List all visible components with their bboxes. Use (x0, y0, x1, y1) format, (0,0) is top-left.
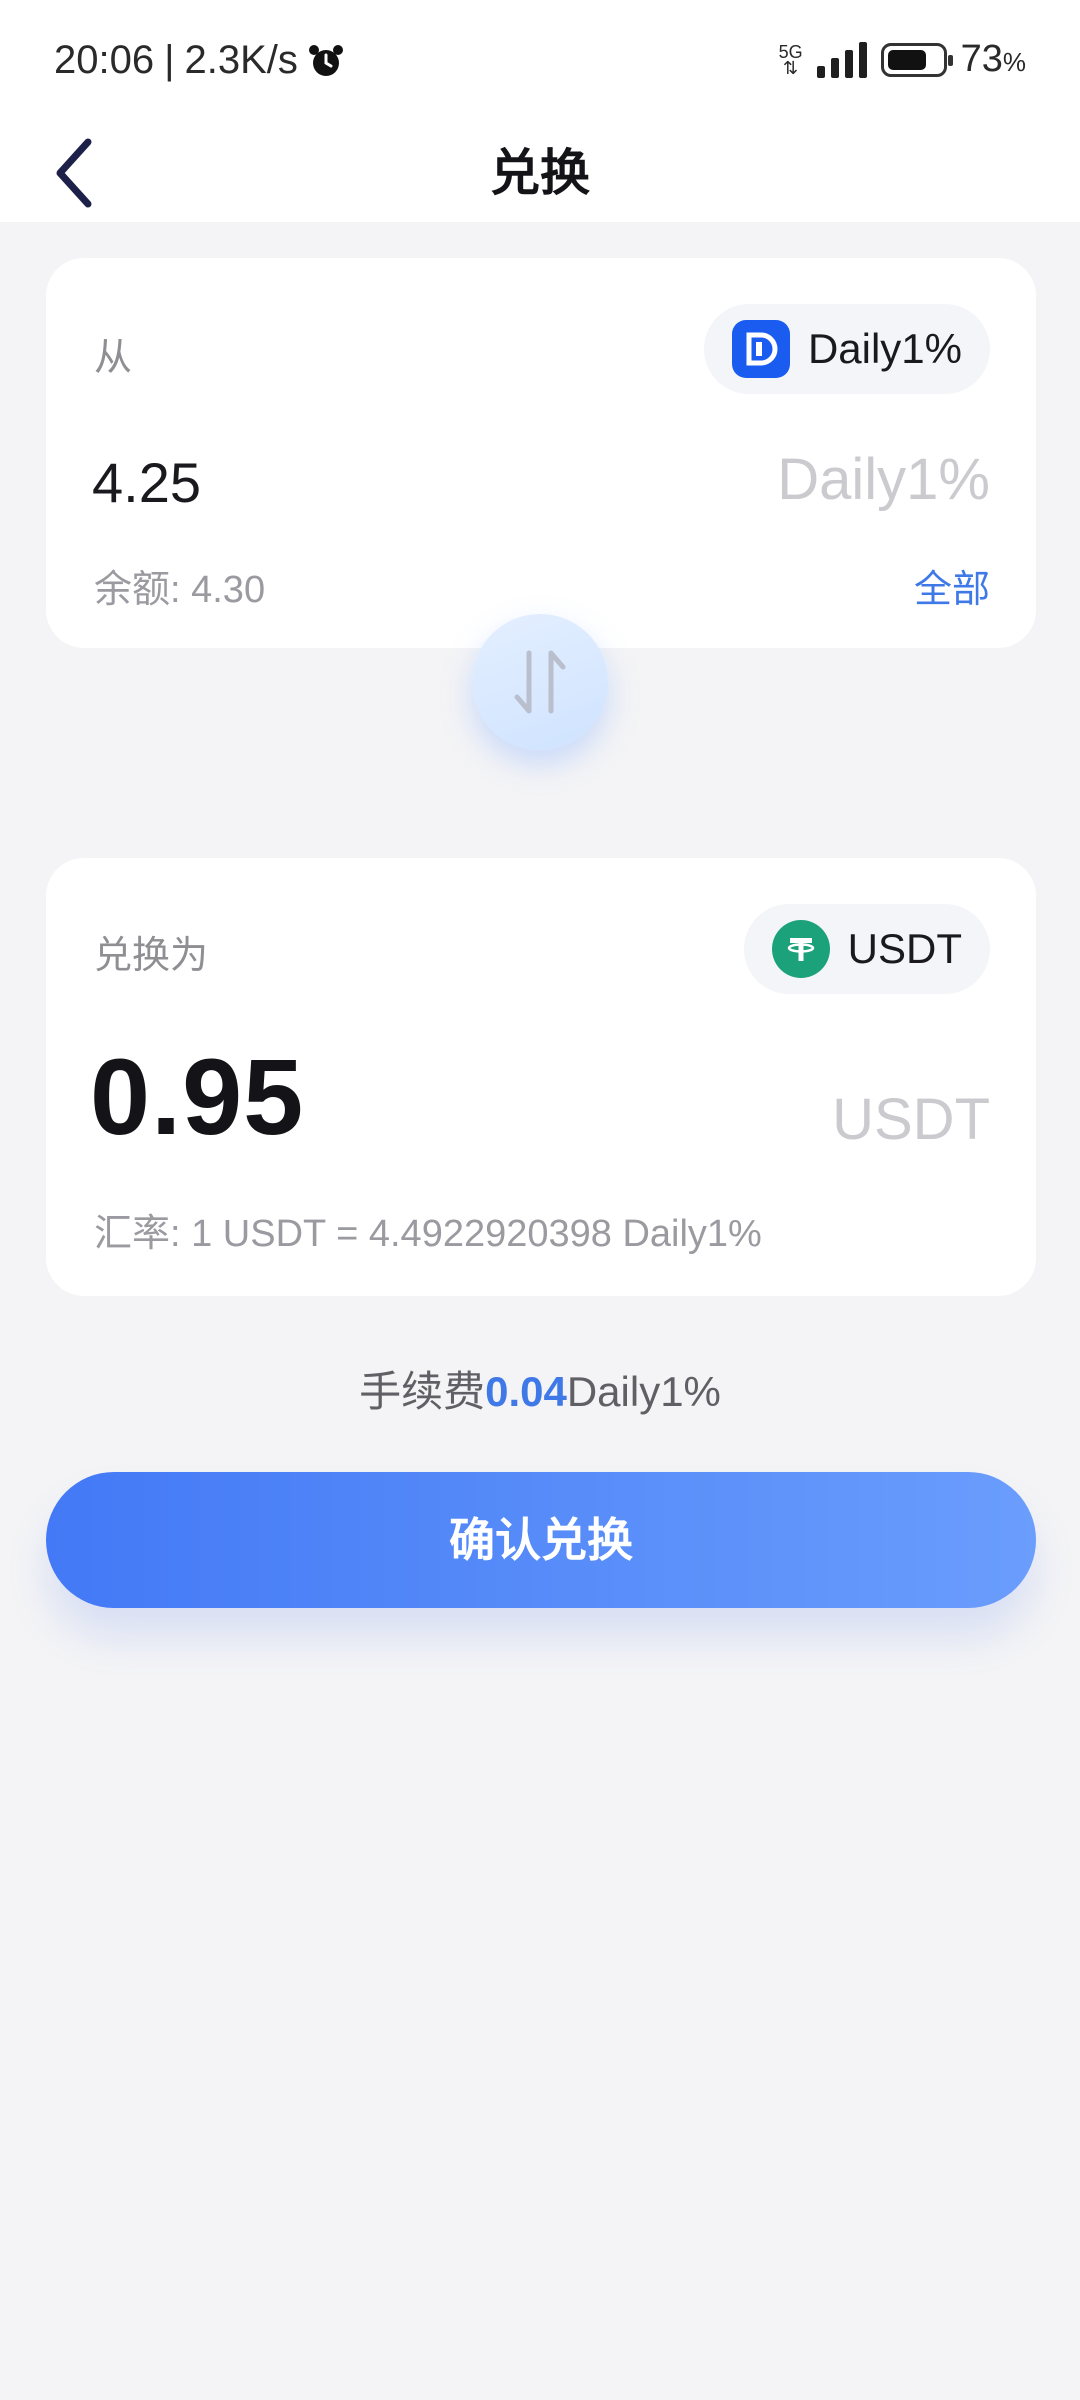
from-balance: 余额: 4.30 (94, 569, 266, 611)
swap-direction-button[interactable] (472, 614, 608, 750)
battery-unit: % (1002, 47, 1026, 77)
status-separator: | (164, 38, 175, 82)
from-amount-input[interactable]: 4.25 (92, 450, 201, 515)
page-title: 兑换 (490, 145, 590, 201)
battery-fill (887, 49, 926, 70)
to-unit: USDT (832, 1087, 990, 1152)
alarm-icon (308, 44, 343, 76)
to-card: 兑换为 USDT 0.95 USDT 汇率: 1 USDT = 4.492292… (46, 858, 1036, 1296)
from-token-selector[interactable]: Daily1% (703, 304, 990, 394)
to-token-selector[interactable]: USDT (743, 904, 990, 994)
daily-token-icon (731, 320, 790, 378)
swap-arrows-icon (514, 650, 566, 714)
battery-icon (880, 42, 953, 77)
to-amount: 0.95 (90, 1036, 305, 1157)
to-token-name: USDT (847, 925, 962, 972)
status-time: 20:06 (54, 38, 155, 82)
fee-label: 手续费 (359, 1368, 486, 1415)
battery-percent: 73% (961, 38, 1026, 81)
max-all-button[interactable]: 全部 (914, 558, 990, 613)
confirm-exchange-button[interactable]: 确认兑换 (46, 1472, 1036, 1608)
signal-icon (816, 41, 867, 78)
data-arrows-icon: ⇅ (783, 57, 799, 78)
status-right: 5G ⇅ 73% (779, 38, 1026, 81)
from-unit: Daily1% (777, 447, 990, 512)
status-left: 20:06 | 2.3K/s (54, 38, 344, 83)
fee-unit: Daily1% (566, 1368, 721, 1415)
usdt-tether-icon (771, 920, 830, 978)
network-indicator: 5G ⇅ (779, 43, 803, 78)
fee-row: 手续费0.04Daily1% (0, 1358, 1080, 1419)
nav-bar: 兑换 (0, 124, 1080, 222)
status-net-speed: 2.3K/s (184, 38, 298, 82)
to-label: 兑换为 (94, 935, 209, 977)
from-token-name: Daily1% (807, 325, 962, 372)
from-card: 从 Daily1% 4.25 Daily1% 余额: 4.30 全部 (46, 258, 1036, 648)
from-label: 从 (94, 337, 133, 379)
battery-value: 73 (960, 38, 1003, 80)
fee-value: 0.04 (485, 1368, 567, 1415)
exchange-rate: 汇率: 1 USDT = 4.4922920398 Daily1% (94, 1213, 762, 1255)
status-bar: 20:06 | 2.3K/s 5G ⇅ 73% (0, 0, 1080, 124)
